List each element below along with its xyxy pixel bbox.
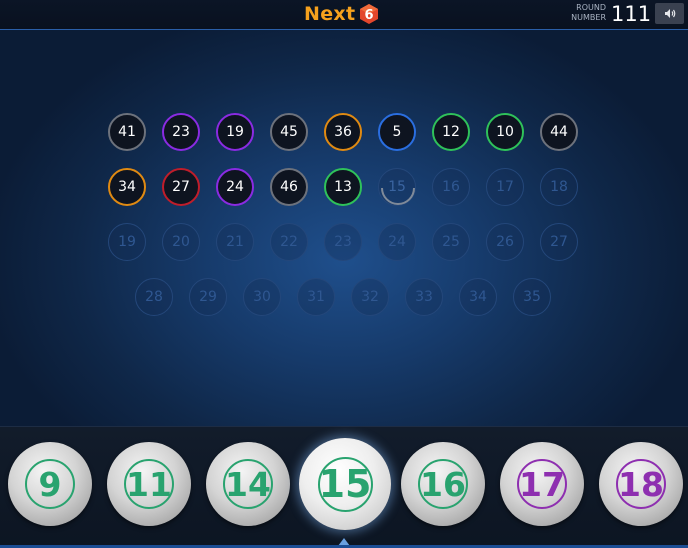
draw-board: 41 23 19 45 36 5 12 10 44 34 27 24 46 13 15 16 17 18 19 20 2…	[0, 30, 688, 426]
round-number: 111	[611, 2, 652, 26]
round-label-line2: NUMBER	[571, 13, 606, 22]
empty-ball-slot: 19	[108, 223, 146, 261]
drawn-ball: 19	[216, 113, 254, 151]
empty-ball-slot: 20	[162, 223, 200, 261]
bet-ball-button[interactable]: 15	[299, 438, 391, 530]
bet-ball-number: 17	[517, 459, 567, 509]
drawn-ball: 34	[108, 168, 146, 206]
bet-ball-button[interactable]: 9	[8, 442, 92, 526]
bet-ball-number: 14	[223, 459, 273, 509]
drawn-ball: 12	[432, 113, 470, 151]
empty-ball-slot: 34	[459, 278, 497, 316]
bet-ball-number: 18	[616, 459, 666, 509]
logo-badge-digit: 6	[365, 8, 374, 23]
drawn-ball: 44	[540, 113, 578, 151]
empty-ball-slot: 29	[189, 278, 227, 316]
drawn-ball: 23	[162, 113, 200, 151]
round-label: ROUND NUMBER	[566, 3, 606, 23]
bet-ball-carousel: 9 11 14 15 16 17 18	[0, 426, 688, 548]
empty-ball-slot: 24	[378, 223, 416, 261]
drawn-ball: 24	[216, 168, 254, 206]
empty-ball-slot: 18	[540, 168, 578, 206]
drawn-ball: 36	[324, 113, 362, 151]
brand-name: Next	[304, 3, 356, 25]
game-app: Next 6 ROUND NUMBER 111 41 23 19 45 36 5 12 10 4…	[0, 0, 688, 548]
bet-ball-button[interactable]: 16	[401, 442, 485, 526]
empty-ball-slot: 27	[540, 223, 578, 261]
empty-ball-slot: 31	[297, 278, 335, 316]
empty-ball-slot: 30	[243, 278, 281, 316]
bet-ball-button[interactable]: 14	[206, 442, 290, 526]
empty-ball-slot: 33	[405, 278, 443, 316]
bet-ball-number: 15	[317, 456, 373, 512]
drawn-ball: 5	[378, 113, 416, 151]
loading-spinner-icon	[381, 187, 415, 205]
empty-ball-slot: 25	[432, 223, 470, 261]
drawn-ball: 13	[324, 168, 362, 206]
bet-ball-button[interactable]: 11	[107, 442, 191, 526]
top-bar: Next 6 ROUND NUMBER 111	[0, 0, 688, 30]
speaker-icon	[664, 9, 675, 18]
empty-ball-slot: 17	[486, 168, 524, 206]
bet-ball-number: 11	[124, 459, 174, 509]
empty-ball-slot: 23	[324, 223, 362, 261]
empty-ball-slot: 35	[513, 278, 551, 316]
bet-ball-number: 9	[25, 459, 75, 509]
empty-ball-slot: 26	[486, 223, 524, 261]
drawn-ball: 45	[270, 113, 308, 151]
bet-ball-button[interactable]: 18	[599, 442, 683, 526]
drawn-ball: 46	[270, 168, 308, 206]
empty-ball-slot: 21	[216, 223, 254, 261]
empty-ball-slot: 32	[351, 278, 389, 316]
drawn-ball: 10	[486, 113, 524, 151]
game-logo: Next 6	[304, 2, 380, 26]
current-draw-slot: 15	[378, 168, 416, 206]
drawn-ball: 27	[162, 168, 200, 206]
empty-ball-slot: 28	[135, 278, 173, 316]
sound-toggle-button[interactable]	[655, 3, 684, 24]
bet-ball-button[interactable]: 17	[500, 442, 584, 526]
empty-ball-slot: 16	[432, 168, 470, 206]
empty-ball-slot: 22	[270, 223, 308, 261]
hexagon-six-logo-icon: 6	[360, 4, 379, 24]
round-label-line1: ROUND	[576, 3, 606, 12]
bet-ball-number: 16	[418, 459, 468, 509]
drawn-ball: 41	[108, 113, 146, 151]
